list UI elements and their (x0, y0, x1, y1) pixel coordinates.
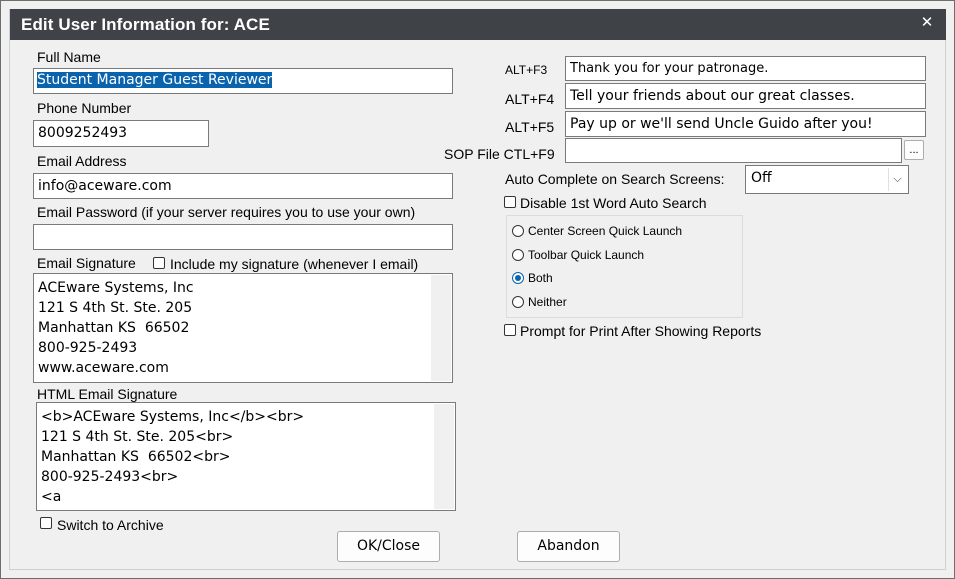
full-name-value: Student Manager Guest Reviewer (37, 72, 273, 88)
ok-close-button[interactable]: OK/Close (337, 531, 440, 562)
html-signature-line: 800-925-2493<br> (41, 469, 179, 485)
hotkey-label-alt-f4: ALT+F4 (505, 91, 555, 107)
radio-center-screen-label[interactable]: Center Screen Quick Launch (528, 224, 682, 238)
html-signature-scrollbar[interactable] (434, 404, 454, 509)
chevron-down-icon[interactable]: ⌵ (888, 168, 906, 191)
hotkey-label-alt-f5: ALT+F5 (505, 119, 555, 135)
hotkey-alt-f4-input[interactable]: Tell your friends about our great classe… (565, 83, 926, 109)
html-signature-line: <a (41, 489, 62, 505)
auto-complete-select[interactable]: Off ⌵ (745, 165, 909, 194)
dialog-window: Edit User Information for: ACE ✕ Full Na… (0, 0, 955, 579)
signature-line: 121 S 4th St. Ste. 205 (38, 300, 193, 316)
prompt-print-checkbox[interactable] (504, 324, 516, 336)
switch-archive-checkbox[interactable] (40, 517, 52, 529)
email-password-input[interactable] (33, 224, 453, 250)
html-signature-textarea[interactable]: <b>ACEware Systems, Inc</b><br> 121 S 4t… (36, 402, 456, 511)
sop-file-input[interactable] (565, 138, 902, 163)
title-bar: Edit User Information for: ACE ✕ (10, 9, 946, 40)
html-signature-lines: <b>ACEware Systems, Inc</b><br> 121 S 4t… (41, 407, 304, 507)
disable-first-word-label[interactable]: Disable 1st Word Auto Search (520, 195, 707, 211)
html-signature-label: HTML Email Signature (37, 386, 178, 402)
full-name-label: Full Name (37, 49, 101, 65)
prompt-print-label[interactable]: Prompt for Print After Showing Reports (520, 323, 761, 339)
dialog-title: Edit User Information for: ACE (21, 15, 270, 34)
signature-line: www.aceware.com (38, 360, 169, 376)
sop-file-label: SOP File CTL+F9 (444, 146, 555, 162)
include-signature-checkbox[interactable] (153, 257, 165, 269)
close-icon[interactable]: ✕ (918, 13, 936, 33)
html-signature-line: Manhattan KS 66502<br> (41, 449, 231, 465)
switch-archive-label[interactable]: Switch to Archive (57, 517, 164, 533)
html-signature-line: <b>ACEware Systems, Inc</b><br> (41, 409, 305, 425)
signature-line: Manhattan KS 66502 (38, 320, 190, 336)
email-label: Email Address (37, 153, 127, 169)
auto-complete-value: Off (751, 170, 772, 186)
quick-launch-group: Center Screen Quick Launch Toolbar Quick… (506, 215, 743, 318)
email-password-label: Email Password (if your server requires … (37, 204, 416, 220)
hotkey-alt-f3-input[interactable]: Thank you for your patronage. (565, 56, 926, 81)
phone-label: Phone Number (37, 100, 132, 116)
hotkey-alt-f5-input[interactable]: Pay up or we'll send Uncle Guido after y… (565, 111, 926, 137)
radio-toolbar-label[interactable]: Toolbar Quick Launch (528, 248, 644, 262)
radio-both-label[interactable]: Both (528, 271, 553, 285)
phone-input[interactable]: 8009252493 (33, 120, 209, 147)
email-signature-textarea[interactable]: ACEware Systems, Inc 121 S 4th St. Ste. … (33, 273, 453, 383)
hotkey-label-alt-f3: ALT+F3 (505, 63, 548, 77)
signature-line: 800-925-2493 (38, 340, 138, 356)
email-signature-label: Email Signature (37, 255, 136, 271)
sop-browse-button[interactable]: ... (904, 140, 924, 160)
signature-line: ACEware Systems, Inc (38, 280, 194, 296)
html-signature-line: 121 S 4th St. Ste. 205<br> (41, 429, 234, 445)
signature-lines: ACEware Systems, Inc 121 S 4th St. Ste. … (38, 278, 194, 378)
radio-center-screen[interactable] (512, 225, 524, 237)
full-name-input[interactable]: Student Manager Guest Reviewer (33, 68, 453, 94)
disable-first-word-checkbox[interactable] (504, 196, 516, 208)
auto-complete-label: Auto Complete on Search Screens: (505, 171, 725, 187)
signature-scrollbar[interactable] (431, 275, 451, 381)
radio-neither-label[interactable]: Neither (528, 295, 567, 309)
radio-both[interactable] (512, 272, 524, 284)
radio-toolbar[interactable] (512, 249, 524, 261)
radio-neither[interactable] (512, 296, 524, 308)
email-input[interactable]: info@aceware.com (33, 173, 453, 199)
include-signature-label[interactable]: Include my signature (whenever I email) (170, 256, 418, 272)
abandon-button[interactable]: Abandon (517, 531, 620, 562)
